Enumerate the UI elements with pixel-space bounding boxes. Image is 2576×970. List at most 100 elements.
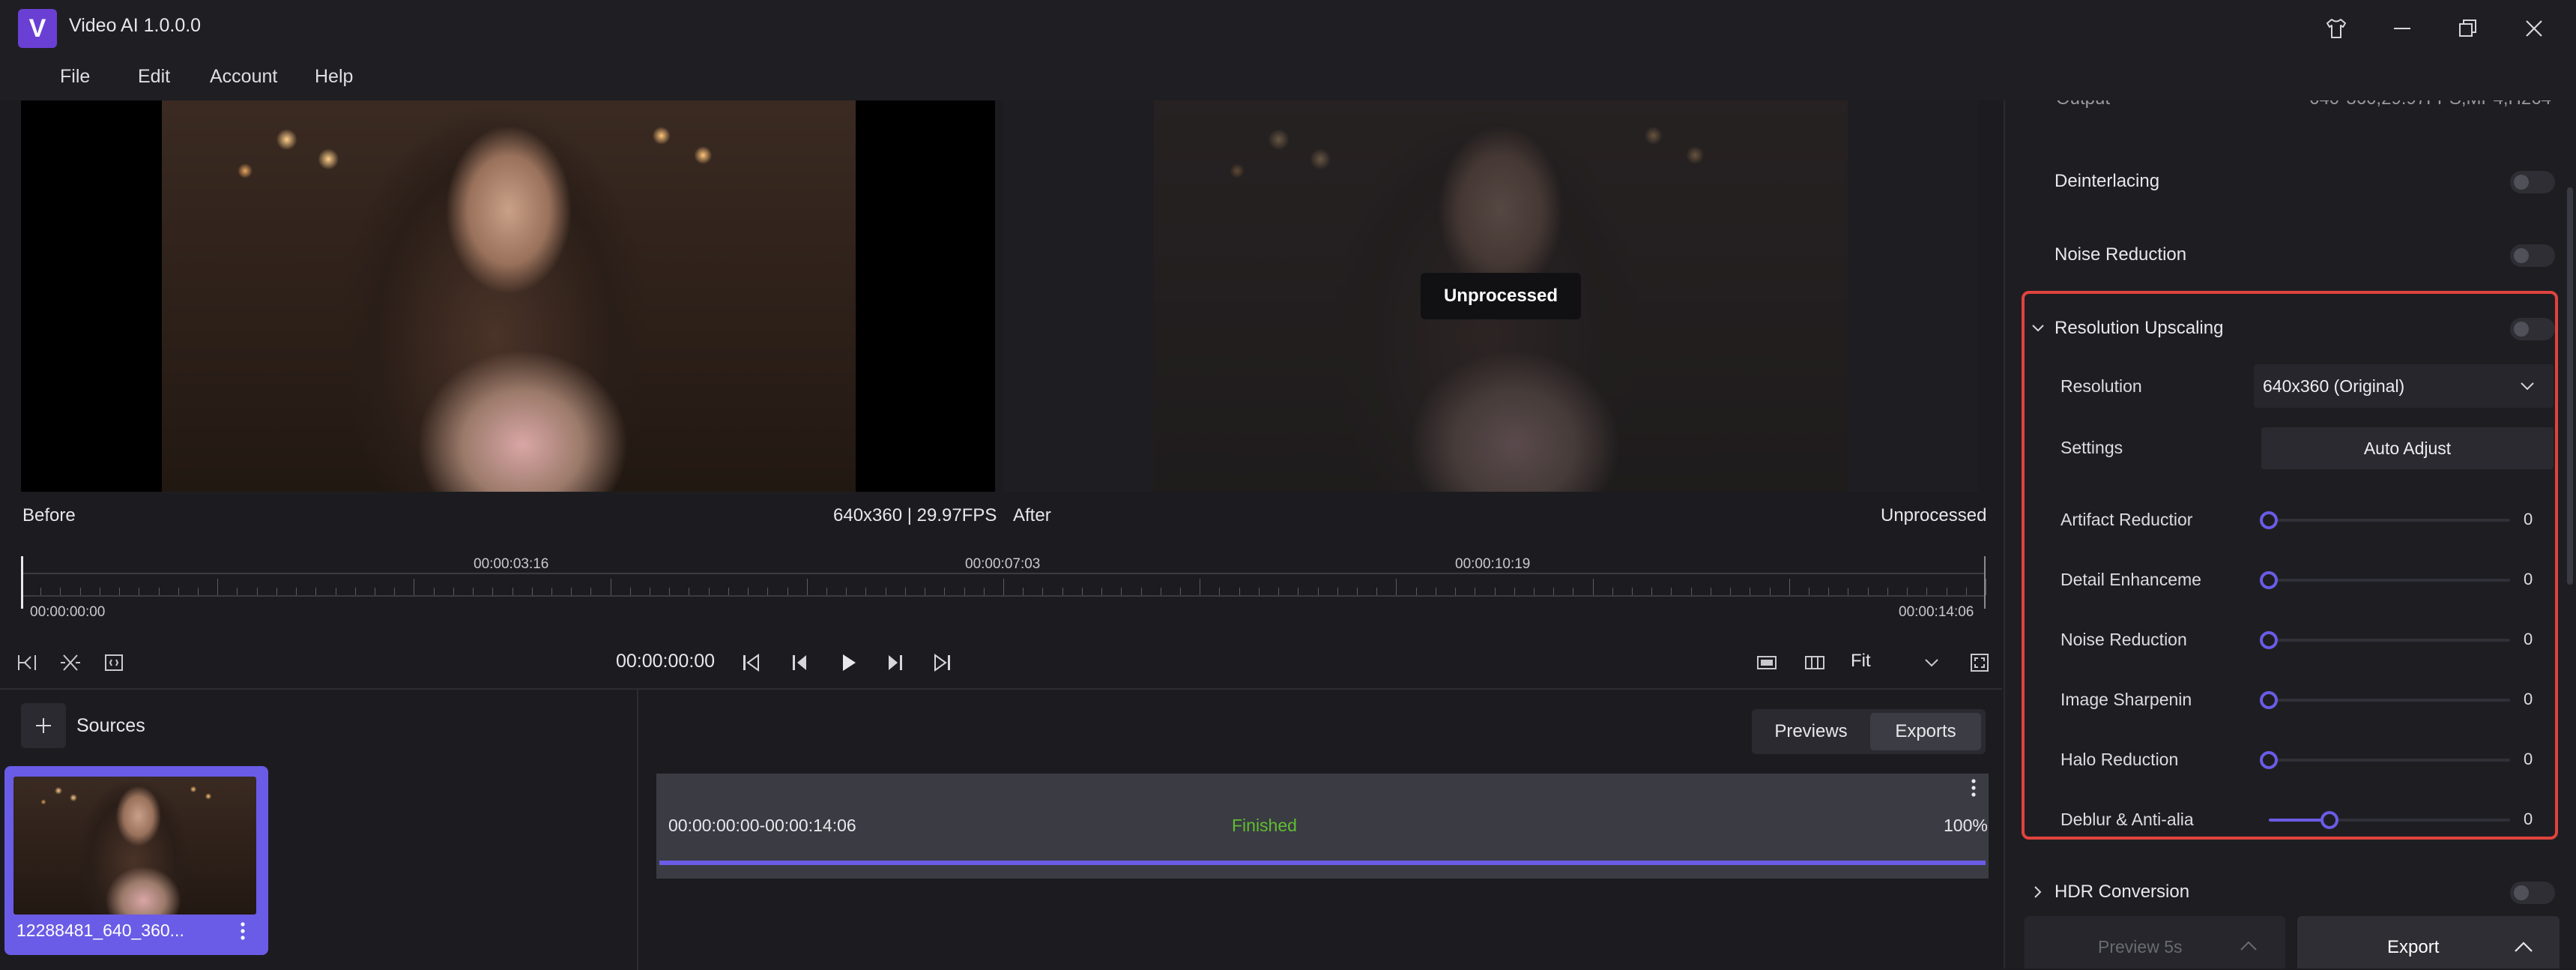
- timeline-tick: [728, 588, 729, 595]
- timeline-tick: [1062, 588, 1063, 595]
- restore-icon[interactable]: [2450, 10, 2486, 46]
- hdr-conversion-label[interactable]: HDR Conversion: [2055, 882, 2189, 903]
- source-thumbnail: [13, 777, 256, 915]
- timeline-tick: [904, 588, 906, 595]
- timeline-tick: [1926, 588, 1928, 595]
- zoom-select[interactable]: Fit: [1851, 651, 1871, 672]
- timeline-tick: [1789, 579, 1790, 595]
- slider-knob[interactable]: [2260, 691, 2278, 709]
- timeline-tick: [1533, 588, 1535, 595]
- slider-track[interactable]: [2269, 519, 2510, 522]
- logo-letter: V: [28, 13, 46, 43]
- menu-account[interactable]: Account: [210, 66, 277, 88]
- before-video-frame: [162, 100, 856, 492]
- hdr-chevron-right-icon[interactable]: [2031, 885, 2046, 900]
- timeline-end-time: 00:00:14:06: [1899, 604, 1974, 620]
- timeline-tick: [1612, 588, 1613, 595]
- timeline-tick: [944, 588, 946, 595]
- timeline-tick: [453, 588, 454, 595]
- settings-label: Settings: [2061, 438, 2123, 457]
- slider-track[interactable]: [2269, 639, 2510, 642]
- single-view-icon[interactable]: [1753, 649, 1780, 676]
- job-status: Finished: [1232, 816, 1297, 835]
- timeline-tick: [1769, 588, 1771, 595]
- section-chevron-down-icon[interactable]: [2031, 321, 2046, 336]
- slider-knob[interactable]: [2260, 631, 2278, 649]
- noise-reduction-toggle[interactable]: [2510, 244, 2555, 267]
- settings-scrollbar[interactable]: [2567, 187, 2573, 585]
- timeline-tick: [1179, 588, 1181, 595]
- timeline-tick: [767, 588, 769, 595]
- resolution-upscaling-title[interactable]: Resolution Upscaling: [2055, 318, 2223, 339]
- preview-chevron-up-icon[interactable]: [2239, 940, 2258, 952]
- slider-knob[interactable]: [2260, 511, 2278, 529]
- slider-knob[interactable]: [2260, 751, 2278, 769]
- resolution-upscaling-toggle[interactable]: [2510, 318, 2555, 340]
- timeline-tick: [1317, 588, 1319, 595]
- title-bar: [0, 0, 2576, 56]
- timeline-tick: [1376, 588, 1378, 595]
- hdr-conversion-toggle[interactable]: [2510, 882, 2555, 904]
- resolution-value: 640x360 (Original): [2263, 376, 2405, 396]
- sources-title: Sources: [76, 715, 145, 736]
- trim-in-icon[interactable]: [13, 649, 40, 676]
- menu-edit[interactable]: Edit: [138, 66, 170, 88]
- timeline-tick: [60, 588, 61, 595]
- timeline-tick: [826, 588, 828, 595]
- menu-help[interactable]: Help: [315, 66, 353, 88]
- timeline-tick: [1965, 588, 1967, 595]
- timeline-tick: [1690, 588, 1692, 595]
- timeline-tick: [433, 588, 435, 595]
- fullscreen-icon[interactable]: [1966, 649, 1993, 676]
- timeline[interactable]: 00:00:03:16 00:00:07:03 00:00:10:19 00:0…: [21, 546, 1989, 628]
- slider-value: 0: [2524, 570, 2533, 588]
- play-icon[interactable]: [835, 649, 862, 676]
- split-view-icon[interactable]: [1801, 649, 1828, 676]
- menu-file[interactable]: File: [60, 66, 90, 88]
- playhead[interactable]: [21, 556, 23, 609]
- timeline-tick: [1278, 588, 1280, 595]
- zoom-chevron-down-icon[interactable]: [1918, 649, 1945, 676]
- slider-value: 0: [2524, 510, 2533, 528]
- next-frame-icon[interactable]: [883, 649, 910, 676]
- resolution-label: Resolution: [2061, 376, 2142, 396]
- timeline-tick: [394, 588, 396, 595]
- unprocessed-badge: Unprocessed: [1421, 273, 1581, 319]
- slider-track[interactable]: [2269, 699, 2510, 702]
- skip-to-end-icon[interactable]: [929, 649, 956, 676]
- slider-track[interactable]: [2269, 759, 2510, 762]
- menu-bar: [0, 55, 2576, 100]
- export-chevron-up-icon[interactable]: [2513, 940, 2534, 954]
- source-more-icon[interactable]: [234, 919, 252, 943]
- skin-shirt-icon[interactable]: [2318, 10, 2354, 46]
- resolution-chevron-down-icon[interactable]: [2519, 381, 2536, 391]
- timeline-tick: [119, 588, 121, 595]
- close-icon[interactable]: [2516, 10, 2552, 46]
- timeline-tick: [178, 588, 179, 595]
- timeline-ticks: [21, 546, 1986, 610]
- previous-frame-icon[interactable]: [785, 649, 812, 676]
- slider-label: Deblur & Anti-alia: [2061, 810, 2194, 829]
- before-preview[interactable]: [21, 100, 995, 492]
- crop-icon[interactable]: [100, 649, 127, 676]
- auto-adjust-button[interactable]: Auto Adjust: [2261, 427, 2554, 469]
- slider-knob[interactable]: [2320, 811, 2338, 829]
- slider-knob[interactable]: [2260, 571, 2278, 589]
- minimize-icon[interactable]: [2384, 10, 2420, 46]
- timeline-tick: [1042, 588, 1044, 595]
- video-info: 640x360 | 29.97FPS: [833, 505, 997, 525]
- slider-track[interactable]: [2269, 579, 2510, 582]
- tab-exports[interactable]: Exports: [1870, 713, 1981, 750]
- job-progress-fill: [659, 861, 1986, 865]
- add-source-button[interactable]: [21, 703, 66, 748]
- job-more-icon[interactable]: [1965, 777, 1983, 799]
- timeline-end-bracket[interactable]: [1984, 556, 1986, 609]
- timeline-tick: [1003, 579, 1004, 595]
- split-icon[interactable]: [57, 649, 84, 676]
- deinterlacing-toggle[interactable]: [2510, 171, 2555, 193]
- timeline-tick: [1101, 588, 1103, 595]
- timeline-tick: [1219, 588, 1221, 595]
- timeline-marker-1: 00:00:03:16: [474, 556, 549, 572]
- skip-to-start-icon[interactable]: [737, 649, 764, 676]
- tab-previews[interactable]: Previews: [1756, 713, 1866, 750]
